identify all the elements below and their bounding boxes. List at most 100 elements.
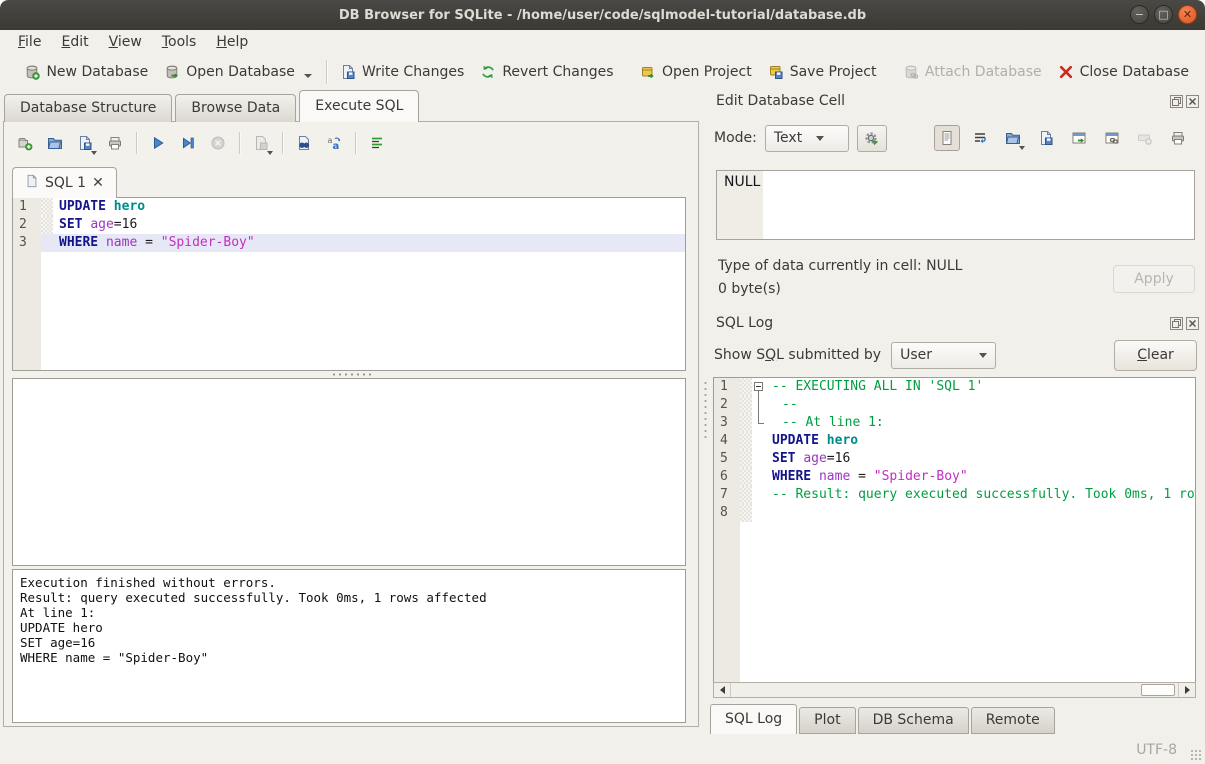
line-number: 5 — [714, 450, 740, 468]
line-number: 6 — [714, 468, 740, 486]
open-project-button[interactable]: Open Project — [632, 60, 760, 84]
new-sql-tab-button[interactable] — [12, 130, 38, 156]
menu-help[interactable]: Help — [206, 32, 258, 52]
toolbar-button-label: Save Project — [790, 64, 877, 80]
minimize-button[interactable]: − — [1130, 5, 1149, 24]
export-data-button[interactable] — [1033, 125, 1059, 151]
resize-grip[interactable] — [1190, 749, 1202, 761]
attach-database-button[interactable]: Attach Database — [895, 60, 1050, 84]
chevron-down-icon — [979, 353, 987, 358]
dock-tab-sql-log[interactable]: SQL Log — [710, 704, 797, 734]
log-horizontal-scrollbar[interactable] — [713, 682, 1196, 698]
open-database-button[interactable]: Open Database — [156, 60, 320, 84]
results-grid[interactable] — [12, 378, 686, 566]
close-sql-tab-icon[interactable]: ✕ — [92, 175, 104, 191]
open-sql-file-button[interactable] — [42, 130, 68, 156]
word-wrap-button[interactable] — [967, 125, 993, 151]
apply-button[interactable]: Apply — [1113, 265, 1195, 293]
fold-margin — [740, 378, 752, 396]
dropdown-arrow-icon[interactable] — [1019, 146, 1025, 150]
tab-browse-data[interactable]: Browse Data — [175, 94, 296, 122]
vertical-splitter[interactable] — [701, 90, 710, 735]
close-dock-icon[interactable] — [1186, 317, 1199, 330]
format-sql-button[interactable]: aa — [321, 130, 347, 156]
revert-changes-button[interactable]: Revert Changes — [472, 60, 621, 84]
mode-combobox[interactable]: Text — [765, 125, 849, 152]
fold-margin — [41, 252, 53, 371]
maximize-button[interactable]: □ — [1154, 5, 1173, 24]
code-line: 3WHERE name = "Spider-Boy" — [13, 234, 685, 252]
tab-database-structure[interactable]: Database Structure — [4, 94, 172, 122]
mode-label: Mode: — [714, 130, 757, 146]
scroll-right-icon[interactable] — [1178, 683, 1195, 697]
dock-tab-plot[interactable]: Plot — [799, 707, 855, 734]
save-project-button[interactable]: Save Project — [760, 60, 885, 84]
save-results-button[interactable] — [248, 130, 274, 156]
statusbar: UTF-8 — [0, 735, 1205, 764]
close-dock-icon[interactable] — [1186, 95, 1199, 108]
sql-editor[interactable]: 1UPDATE hero2SET age=163WHERE name = "Sp… — [12, 197, 686, 371]
editor-empty-area[interactable] — [53, 252, 685, 371]
find-in-sql-button[interactable] — [291, 130, 317, 156]
open-in-app-button[interactable] — [1066, 125, 1092, 151]
save-sql-file-button[interactable] — [72, 130, 98, 156]
clear-log-button[interactable]: Clear — [1114, 340, 1197, 371]
code-line: 4UPDATE hero — [714, 432, 1195, 450]
code-line: 8 — [714, 504, 1195, 522]
dropdown-arrow-icon[interactable] — [267, 151, 273, 155]
titlebar[interactable]: DB Browser for SQLite - /home/user/code/… — [0, 0, 1205, 30]
execute-current-line-button[interactable] — [175, 130, 201, 156]
fold-marker-icon[interactable] — [752, 378, 766, 396]
save-project-icon — [768, 64, 784, 80]
dock-tab-remote[interactable]: Remote — [971, 707, 1055, 734]
toolbar-button-label: Open Database — [186, 64, 295, 80]
copy-link-button[interactable] — [1099, 125, 1125, 151]
set-null-icon — [1137, 130, 1153, 146]
save-sql-file-icon — [77, 135, 93, 151]
dock-tab-db-schema[interactable]: DB Schema — [858, 707, 969, 734]
text-mode-button[interactable] — [934, 125, 960, 151]
menu-view[interactable]: View — [99, 32, 152, 52]
execute-all-button[interactable] — [145, 130, 171, 156]
close-database-button[interactable]: Close Database — [1050, 60, 1197, 84]
cell-editor-text[interactable] — [763, 171, 1194, 239]
print-button[interactable] — [102, 130, 128, 156]
fold-column — [752, 486, 766, 504]
fold-column — [752, 450, 766, 468]
log-filter-combobox[interactable]: User — [891, 342, 996, 369]
code-text: -- — [766, 396, 1195, 414]
log-filter-label: Show SQL submitted by — [714, 347, 881, 363]
print-cell-button[interactable] — [1165, 125, 1191, 151]
fold-margin — [740, 468, 752, 486]
import-data-button[interactable] — [1000, 125, 1026, 151]
close-button[interactable]: ✕ — [1178, 5, 1197, 24]
auto-apply-button[interactable] — [857, 125, 887, 152]
toolbar-separator — [282, 132, 283, 154]
line-number: 3 — [714, 414, 740, 432]
code-text: -- EXECUTING ALL IN 'SQL 1' — [766, 378, 1195, 396]
editor-results-splitter[interactable] — [4, 371, 698, 377]
scroll-left-icon[interactable] — [714, 683, 731, 697]
menu-edit[interactable]: Edit — [51, 32, 98, 52]
open-sql-file-icon — [47, 135, 63, 151]
tab-execute-sql[interactable]: Execute SQL — [299, 90, 419, 122]
dropdown-arrow-icon[interactable] — [304, 74, 312, 78]
log-filter-value: User — [900, 347, 932, 363]
menu-file[interactable]: File — [8, 32, 51, 52]
open-project-icon — [640, 64, 656, 80]
float-dock-icon[interactable] — [1170, 317, 1183, 330]
float-dock-icon[interactable] — [1170, 95, 1183, 108]
scrollbar-thumb[interactable] — [1141, 684, 1175, 696]
stop-execution-button[interactable] — [205, 130, 231, 156]
sql-doc-tab[interactable]: SQL 1 ✕ — [12, 167, 117, 198]
set-null-button[interactable] — [1132, 125, 1158, 151]
sql-log-title: SQL Log — [716, 315, 773, 331]
new-database-button[interactable]: New Database — [16, 60, 156, 84]
log-empty-area — [752, 522, 1195, 682]
sql-log-view[interactable]: 1-- EXECUTING ALL IN 'SQL 1'2--3-- At li… — [713, 377, 1196, 683]
cell-editor[interactable]: NULL — [716, 170, 1195, 240]
menu-tools[interactable]: Tools — [152, 32, 207, 52]
write-changes-button[interactable]: Write Changes — [332, 60, 472, 84]
dropdown-arrow-icon[interactable] — [91, 151, 97, 155]
auto-complete-button[interactable] — [364, 130, 390, 156]
